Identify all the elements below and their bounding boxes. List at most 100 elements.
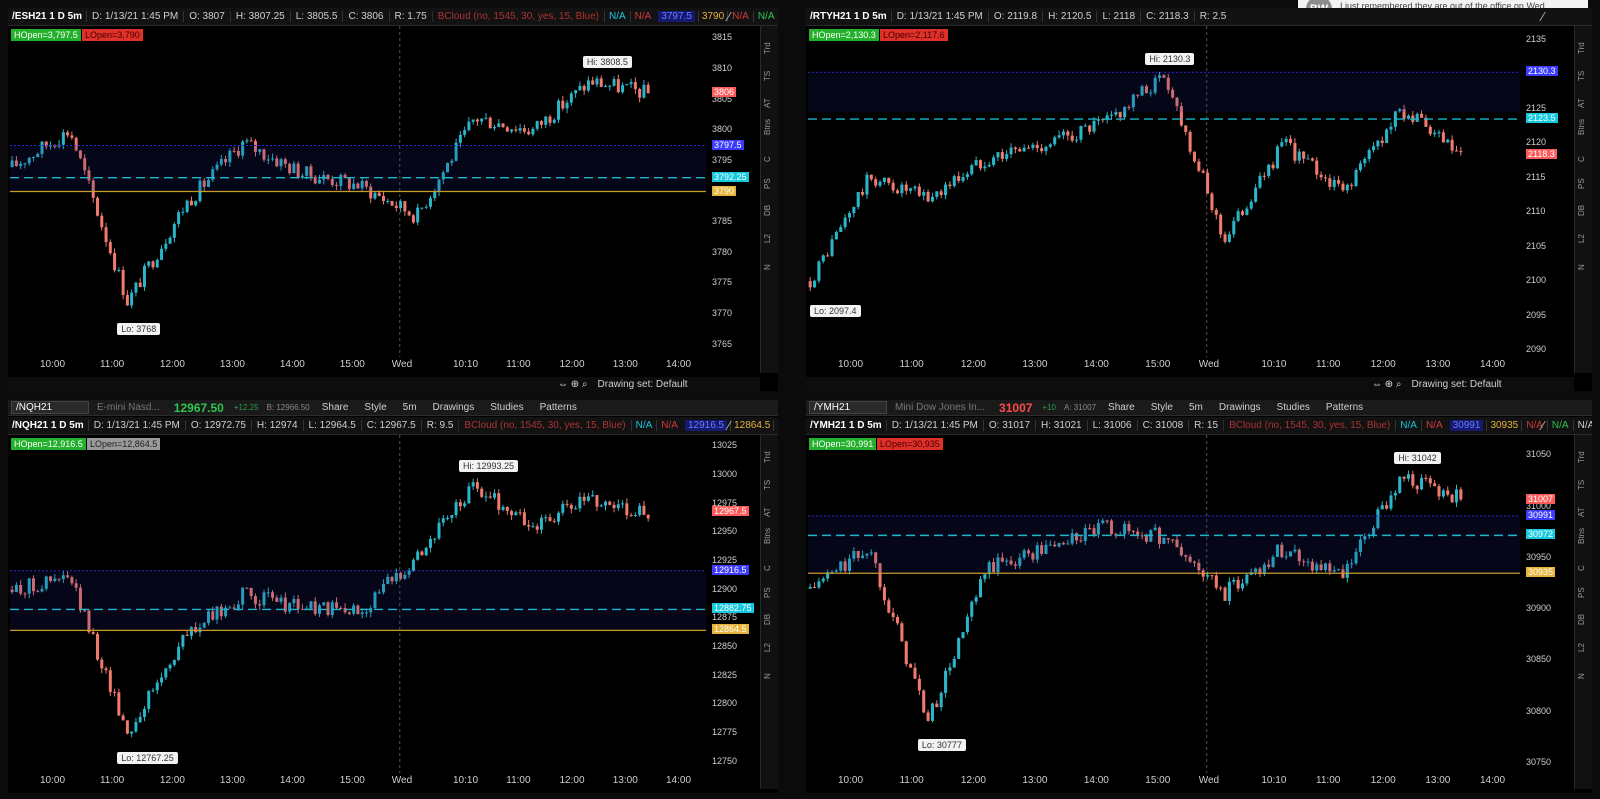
side-tab-ts[interactable]: TS (1577, 480, 1586, 490)
side-tab-l2[interactable]: L2 (763, 643, 772, 652)
side-tab-db[interactable]: DB (1577, 614, 1586, 625)
candle-body (1433, 132, 1437, 135)
drawing-tool-icon[interactable]: ∕ (728, 418, 730, 433)
side-tab-at[interactable]: AT (763, 98, 772, 108)
candle-body (185, 200, 189, 212)
patterns-button[interactable]: Patterns (532, 402, 585, 413)
side-tab-l2[interactable]: L2 (1577, 234, 1586, 243)
candle-body (813, 280, 817, 288)
low-callout: Lo: 2097.4 (810, 305, 861, 318)
chart-symbol[interactable]: /ESH21 1 D 5m (8, 11, 86, 22)
side-tab-ts[interactable]: TS (763, 480, 772, 490)
side-tab-c[interactable]: C (1577, 156, 1586, 162)
side-tab-trd[interactable]: Trd (1577, 451, 1586, 463)
side-tab-n[interactable]: N (763, 264, 772, 270)
candle-body (935, 191, 939, 197)
drawing-tool-icon[interactable]: ∕ (728, 9, 730, 24)
candle-body (965, 174, 969, 178)
candle-body (522, 512, 526, 526)
price-tick: 12950 (712, 526, 738, 537)
side-tab-n[interactable]: N (1577, 673, 1586, 679)
side-tab-ps[interactable]: PS (763, 587, 772, 598)
side-tab-l2[interactable]: L2 (763, 234, 772, 243)
side-tab-n[interactable]: N (763, 673, 772, 679)
lopen-tag: LOpen=2,117.6 (880, 29, 948, 41)
candle-body (437, 522, 441, 539)
patterns-button[interactable]: Patterns (1318, 402, 1371, 413)
side-tab-c[interactable]: C (763, 156, 772, 162)
side-tab-db[interactable]: DB (1577, 205, 1586, 216)
symbol-selector[interactable]: /NQH21 (11, 401, 89, 414)
share-button[interactable]: Share (1100, 402, 1143, 413)
candle-body (1192, 151, 1197, 162)
side-tab-trd[interactable]: Trd (1577, 42, 1586, 54)
symbol-selector[interactable]: /YMH21 (809, 401, 887, 414)
drawing-set-label[interactable]: Drawing set: Default (1412, 379, 1502, 390)
chart-symbol[interactable]: /NQH21 1 D 5m (8, 420, 88, 431)
chart-panel-es[interactable]: /ESH21 1 D 5m D: 1/13/21 1:45 PM O: 3807 H:… (8, 8, 778, 391)
interval-button[interactable]: 5m (1181, 402, 1211, 413)
studies-button[interactable]: Studies (482, 402, 531, 413)
side-tab-ts[interactable]: TS (763, 71, 772, 81)
side-tab-c[interactable]: C (763, 565, 772, 571)
drawings-button[interactable]: Drawings (425, 402, 483, 413)
side-tab-ts[interactable]: TS (1577, 71, 1586, 81)
candle-body (1066, 131, 1070, 136)
header-na2: N/A (656, 420, 682, 431)
side-tab-db[interactable]: DB (763, 614, 772, 625)
chart-panel-nq[interactable]: /NQH21 E-mini Nasd... 12967.50 +12.25 B: 129… (8, 400, 778, 793)
style-button[interactable]: Style (1143, 402, 1181, 413)
side-tab-trd[interactable]: Trd (763, 451, 772, 463)
side-tab-at[interactable]: AT (763, 507, 772, 517)
last-price: 12967.50 (173, 400, 224, 415)
candle-body (1420, 113, 1424, 118)
side-tab-ps[interactable]: PS (763, 178, 772, 189)
time-tick: 10:00 (838, 775, 864, 786)
studies-button[interactable]: Studies (1269, 402, 1318, 413)
drawing-tool-icon[interactable]: ∕ (1542, 9, 1544, 24)
price-chart[interactable] (808, 435, 1520, 773)
side-tab-n[interactable]: N (1577, 264, 1586, 270)
interval-button[interactable]: 5m (395, 402, 425, 413)
side-tab-btns[interactable]: Btns (1577, 528, 1586, 544)
zoom-controls[interactable]: ⇔ ⊕ ⌕ (558, 379, 588, 390)
candle-body (420, 551, 424, 556)
side-tab-l2[interactable]: L2 (1577, 643, 1586, 652)
zoom-controls[interactable]: ⇔ ⊕ ⌕ (1372, 379, 1402, 390)
candle-body (168, 664, 172, 669)
chart-panel-rty[interactable]: /RTYH21 1 D 5m D: 1/13/21 1:45 PM O: 2119.… (806, 8, 1592, 391)
candle-body (155, 682, 159, 691)
candle-body (142, 265, 146, 288)
candle-body (961, 632, 965, 639)
side-tab-ps[interactable]: PS (1577, 178, 1586, 189)
price-tick: 2120 (1526, 137, 1547, 148)
drawing-set-label[interactable]: Drawing set: Default (598, 379, 688, 390)
side-tab-c[interactable]: C (1577, 565, 1586, 571)
candle-body (1214, 575, 1218, 588)
side-tab-db[interactable]: DB (763, 205, 772, 216)
side-tab-btns[interactable]: Btns (763, 119, 772, 135)
share-button[interactable]: Share (314, 402, 357, 413)
price-chart[interactable] (808, 26, 1520, 357)
side-tab-btns[interactable]: Btns (1577, 119, 1586, 135)
price-chart[interactable] (10, 435, 706, 773)
chart-panel-ym[interactable]: /YMH21 Mini Dow Jones In... 31007 +10 A: 310… (806, 400, 1592, 793)
price-label: 12864.5 (712, 624, 749, 635)
side-tab-ps[interactable]: PS (1577, 587, 1586, 598)
candle-body (992, 157, 996, 165)
candle-body (484, 496, 488, 498)
chart-symbol[interactable]: /YMH21 1 D 5m (806, 420, 886, 431)
drawing-tool-icon[interactable]: ∕ (1542, 418, 1544, 433)
side-tab-trd[interactable]: Trd (763, 42, 772, 54)
side-tab-btns[interactable]: Btns (763, 528, 772, 544)
candle-body (108, 242, 112, 254)
side-tab-at[interactable]: AT (1577, 98, 1586, 108)
side-tab-at[interactable]: AT (1577, 507, 1586, 517)
time-tick: 10:10 (453, 775, 479, 786)
style-button[interactable]: Style (356, 402, 394, 413)
candle-body (578, 496, 582, 509)
drawings-button[interactable]: Drawings (1211, 402, 1269, 413)
chart-symbol[interactable]: /RTYH21 1 D 5m (806, 11, 891, 22)
candle-body (869, 174, 873, 180)
price-chart[interactable] (10, 26, 706, 357)
